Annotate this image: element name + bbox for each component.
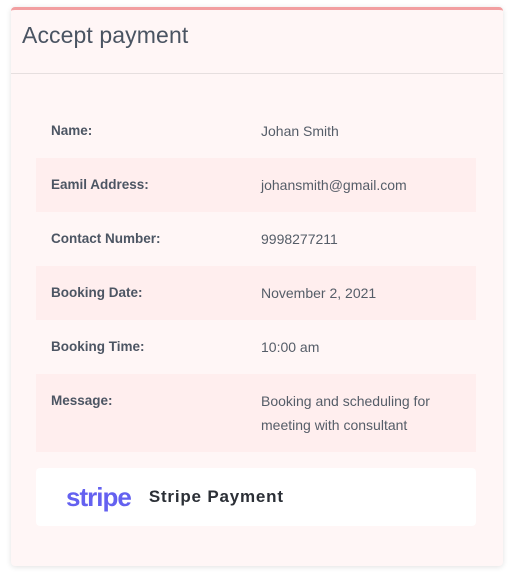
- detail-value: November 2, 2021: [261, 285, 377, 301]
- detail-value: johansmith@gmail.com: [261, 177, 407, 193]
- card-title: Accept payment: [22, 22, 189, 48]
- detail-value: 9998277211: [261, 231, 338, 247]
- detail-row-name: Name: Johan Smith: [36, 104, 476, 158]
- detail-row-message: Message: Booking and scheduling for meet…: [36, 374, 476, 452]
- card-header: Accept payment: [11, 10, 503, 74]
- detail-label: Message:: [51, 393, 113, 408]
- detail-row-booking-date: Booking Date: November 2, 2021: [36, 266, 476, 320]
- detail-label: Booking Date:: [51, 285, 143, 300]
- detail-label: Contact Number:: [51, 231, 161, 246]
- stripe-payment-button[interactable]: stripe Stripe Payment: [36, 468, 476, 526]
- detail-value: 10:00 am: [261, 339, 320, 355]
- detail-value: Booking and scheduling for meeting with …: [261, 393, 430, 433]
- detail-label: Eamil Address:: [51, 177, 149, 192]
- booking-details: Name: Johan Smith Eamil Address: johansm…: [36, 104, 476, 452]
- accept-payment-card: Accept payment Name: Johan Smith Eamil A…: [11, 7, 503, 566]
- detail-label: Name:: [51, 123, 93, 138]
- detail-value: Johan Smith: [261, 123, 339, 139]
- detail-label: Booking Time:: [51, 339, 145, 354]
- stripe-logo: stripe: [66, 481, 132, 512]
- stripe-payment-label: Stripe Payment: [148, 487, 284, 506]
- detail-row-booking-time: Booking Time: 10:00 am: [36, 320, 476, 374]
- detail-row-contact: Contact Number: 9998277211: [36, 212, 476, 266]
- detail-row-email: Eamil Address: johansmith@gmail.com: [36, 158, 476, 212]
